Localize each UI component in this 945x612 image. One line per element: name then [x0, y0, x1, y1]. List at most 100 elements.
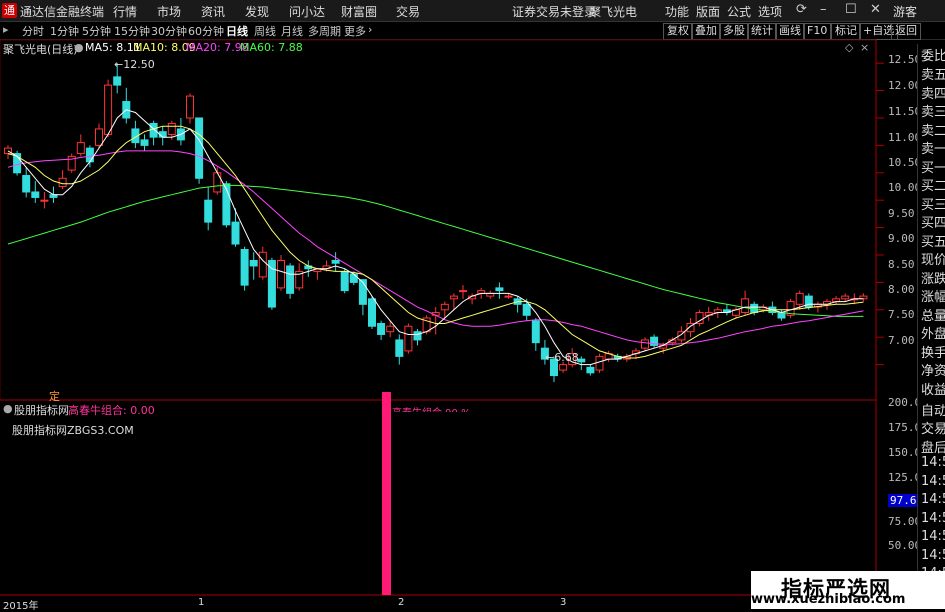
candle-body — [641, 339, 649, 349]
main-chart-frame — [0, 39, 877, 401]
candle-body — [595, 355, 604, 371]
x-label: 3 — [560, 597, 567, 608]
candle-body — [449, 295, 458, 300]
panel-afterhours[interactable]: 盘后 — [921, 437, 945, 456]
high-arrow-icon: ← — [114, 58, 124, 71]
low-annotation: ←6.68 — [545, 351, 579, 364]
sub-toggle-icon[interactable]: ● — [3, 402, 13, 415]
x-label: 1 — [198, 597, 205, 608]
panel-time: 14:56 — [921, 474, 945, 489]
panel-turnover[interactable]: 换手 — [921, 342, 945, 361]
ma10-line — [7, 125, 864, 359]
panel-ask5[interactable]: 卖五 — [921, 64, 945, 83]
price-label: 7.50 — [888, 308, 915, 321]
candle-body — [586, 366, 595, 374]
panel-price[interactable]: 现价 — [921, 249, 945, 268]
panel-time: 14:56 — [921, 511, 945, 526]
candle-body — [531, 320, 540, 344]
panel-weibi[interactable]: 委比 — [921, 45, 945, 64]
quote-side-panel: 委比 卖五 卖四 卖三 卖二 卖一 买一 买二 买三 买四 买五 现价 涨跌 涨… — [917, 44, 945, 609]
candle-body — [741, 298, 750, 314]
high-annotation: ←12.50 — [114, 58, 155, 71]
panel-ask4[interactable]: 卖四 — [921, 83, 945, 102]
kline-chart[interactable] — [0, 0, 945, 609]
panel-time: 14:56 — [921, 529, 945, 544]
candle-body — [113, 76, 122, 86]
sub-bars-group — [382, 392, 391, 595]
panel-time: 14:56 — [921, 492, 945, 507]
signal-bar — [382, 392, 391, 595]
price-label: 8.00 — [888, 283, 915, 296]
sub-indicator-name: 股朋指标网 — [14, 404, 69, 417]
panel-change-pct[interactable]: 涨幅 — [921, 286, 945, 305]
panel-outer[interactable]: 外盘 — [921, 323, 945, 342]
candle-body — [240, 249, 249, 286]
price-label: 8.50 — [888, 258, 915, 271]
candle-body — [104, 84, 113, 135]
panel-earnings[interactable]: 收益 — [921, 379, 945, 398]
candle-body — [459, 290, 467, 293]
price-label: 7.00 — [888, 334, 915, 347]
candle-body — [186, 95, 194, 119]
candle-body — [149, 122, 158, 138]
panel-ask2[interactable]: 卖二 — [921, 120, 945, 139]
watermark-url: www.xuezhibiao.com — [751, 592, 906, 607]
price-label: 9.00 — [888, 232, 915, 245]
candle-body — [249, 259, 258, 267]
candle-body — [231, 221, 240, 245]
candle-body — [22, 175, 31, 193]
ma5-line — [7, 109, 864, 366]
candle-body — [440, 303, 449, 311]
panel-ask1[interactable]: 卖一 — [921, 138, 945, 157]
panel-bid5[interactable]: 买五 — [921, 231, 945, 250]
candle-body — [267, 259, 276, 308]
panel-trade[interactable]: 交易 — [921, 418, 945, 437]
panel-ask3[interactable]: 卖三 — [921, 101, 945, 120]
candle-body — [85, 147, 94, 163]
candle-body — [522, 303, 531, 316]
panel-change[interactable]: 涨跌 — [921, 268, 945, 287]
grid-lines — [876, 62, 884, 366]
candle-body — [413, 331, 422, 341]
candle-body — [777, 312, 786, 319]
panel-bid4[interactable]: 买四 — [921, 212, 945, 231]
candle-body — [386, 325, 395, 333]
sub-watermark-text: 股朋指标网ZBGS3.COM — [12, 424, 134, 437]
candle-body — [258, 251, 267, 278]
ma-lines-group — [7, 109, 864, 366]
panel-bid1[interactable]: 买一 — [921, 157, 945, 176]
panel-bid2[interactable]: 买二 — [921, 175, 945, 194]
panel-time: 14:56 — [921, 548, 945, 563]
panel-netassets[interactable]: 净资 — [921, 360, 945, 379]
bar-annotation: 高春牛组合 90 % — [392, 404, 471, 412]
candle-body — [58, 177, 67, 187]
candle-body — [331, 259, 340, 264]
candle-body — [368, 298, 376, 327]
candle-body — [377, 322, 386, 335]
low-arrow-icon: ← — [545, 351, 555, 364]
candle-body — [204, 199, 213, 223]
panel-auto[interactable]: 自动 — [921, 400, 945, 419]
candle-body — [31, 191, 40, 198]
panel-bid3[interactable]: 买三 — [921, 194, 945, 213]
sub-indicator-value: 高春牛组合: 0.00 — [68, 404, 155, 417]
candle-body — [358, 279, 367, 305]
x-label: 2 — [398, 597, 405, 608]
candle-body — [559, 364, 568, 371]
candle-body — [577, 358, 586, 363]
price-label: 9.50 — [888, 207, 915, 220]
ma60-line — [7, 184, 864, 317]
candle-body — [195, 117, 204, 179]
candle-body — [95, 128, 103, 146]
candle-body — [395, 339, 404, 357]
candle-body — [140, 139, 149, 146]
candle-body — [495, 287, 504, 292]
candle-body — [76, 142, 85, 155]
candle-body — [286, 265, 295, 294]
x-label: 2015年 — [3, 601, 39, 612]
candle-body — [213, 172, 222, 193]
panel-volume[interactable]: 总量 — [921, 305, 945, 324]
candle-body — [349, 273, 358, 283]
candle-body — [841, 295, 850, 300]
candle-body — [340, 270, 349, 292]
